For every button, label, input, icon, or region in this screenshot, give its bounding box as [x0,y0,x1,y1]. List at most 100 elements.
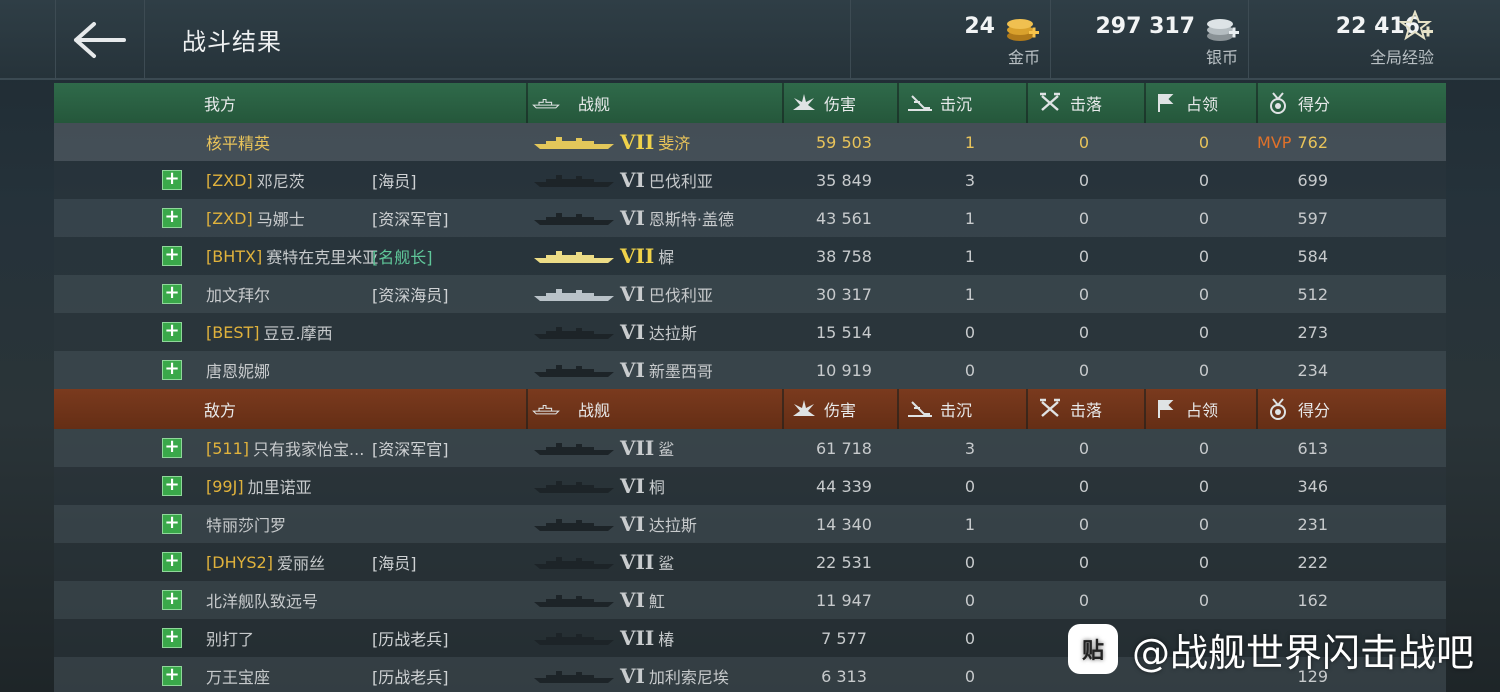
score-cell: 512 [1266,275,1328,313]
enemy-player-row[interactable]: + 特丽莎门罗 VI 达拉斯 14 340 1 0 0 231 [54,505,1446,543]
ally-player-row[interactable]: + 唐恩妮娜 VI 新墨西哥 10 919 0 0 0 234 [54,351,1446,389]
player-name: 邓尼茨 [256,172,305,191]
add-friend-button[interactable]: + [162,438,182,458]
player-name-cell: 特丽莎门罗 [206,505,286,543]
enemy-player-row[interactable]: + 北洋舰队致远号 VI 魟 11 947 0 0 0 162 [54,581,1446,619]
sunk-column-label: 击沉 [940,95,973,114]
ship-name: 巴伐利亚 [648,172,713,191]
ship-tier: VII [620,130,655,154]
back-button[interactable] [55,0,145,80]
score-value: 584 [1297,246,1328,266]
downed-value: 0 [1078,476,1090,496]
damage-value: 14 340 [816,514,872,534]
ship-name: 巴伐利亚 [648,286,713,305]
add-friend-button[interactable]: + [162,590,182,610]
player-name-cell: 万王宝座 [206,657,270,692]
ship-name: 鲨 [658,554,675,573]
damage-value: 11 947 [816,590,872,610]
add-friend-button[interactable]: + [162,476,182,496]
downed-value: 0 [1078,552,1090,572]
top-bar: 战斗结果 24 金币 297 317 银币 22 416 全局经验 [0,0,1500,80]
ship-tier: VI [620,168,645,192]
add-friend-button[interactable]: + [162,208,182,228]
gold-coins-icon[interactable] [1005,14,1041,44]
xp-currency: 22 416 全局经验 [1248,0,1500,80]
ship-name: 鲨 [658,440,675,459]
downed-value: 0 [1078,590,1090,610]
player-name-cell: [ZXD] 马娜士 [206,199,305,237]
add-friend-button[interactable]: + [162,246,182,266]
player-name: 核平精英 [206,134,271,153]
capture-value: 0 [1198,590,1210,610]
player-name: 赛特在克里米亚 [266,248,379,267]
downed-value: 0 [1078,208,1090,228]
enemy-player-row[interactable]: + [DHYS2] 爱丽丝 [海员] VII 鲨 22 531 0 0 0 222 [54,543,1446,581]
xp-label: 全局经验 [1369,48,1434,67]
damage-value: 38 758 [816,246,872,266]
add-friend-button[interactable]: + [162,666,182,686]
player-name: 只有我家怡宝... [253,440,365,459]
sunk-value: 1 [964,284,976,304]
add-friend-button[interactable]: + [162,628,182,648]
capture-value: 0 [1198,132,1210,152]
player-name-cell: 别打了 [206,619,254,657]
ship-cell: VI 恩斯特·盖德 [620,199,734,237]
capture-flag-icon [1152,91,1180,115]
page-title: 战斗结果 [182,28,282,56]
ally-player-row[interactable]: + [BEST] 豆豆.摩西 VI 达拉斯 15 514 0 0 0 273 [54,313,1446,351]
ally-player-row[interactable]: + [BHTX] 赛特在克里米亚 [名舰长] VII 樨 38 758 1 0 0 584 [54,237,1446,275]
add-friend-button[interactable]: + [162,514,182,534]
player-name: 爱丽丝 [276,554,325,573]
sunk-value: 0 [964,552,976,572]
ally-player-row[interactable]: + [ZXD] 马娜士 [资深军官] VI 恩斯特·盖德 43 561 1 0 0 597 [54,199,1446,237]
ship-silhouette-icon [532,478,616,498]
score-cell: 584 [1266,237,1328,275]
add-friend-button[interactable]: + [162,322,182,342]
ship-cell: VI 加利索尼埃 [620,657,729,692]
player-name: 特丽莎门罗 [206,516,287,535]
add-friend-button[interactable]: + [162,552,182,572]
sunk-value: 0 [964,360,976,380]
silver-coins-icon[interactable] [1205,14,1241,44]
ally-player-row[interactable]: + 加文拜尔 [资深海员] VI 巴伐利亚 30 317 1 0 0 512 [54,275,1446,313]
gold-label: 金币 [1007,48,1040,67]
add-friend-button[interactable]: + [162,360,182,380]
capture-value: 0 [1198,476,1210,496]
player-rank: [历战老兵] [372,630,449,649]
score-value: 162 [1297,590,1328,610]
ally-player-row[interactable]: 核平精英 VII 斐济 59 503 1 0 0 MVP 762 [54,123,1446,161]
player-name-cell: 加文拜尔 [206,275,270,313]
sunk-value: 3 [964,170,976,190]
score-medal-icon [1264,91,1292,115]
capture-value: 0 [1198,438,1210,458]
results-table: 我方 战舰 伤害 击沉 击落 占领 得分 核平精英 VII 斐济 59 503 … [54,83,1446,692]
ship-tier: VI [620,474,645,498]
ship-name: 樨 [658,248,675,267]
ship-column-icon [532,91,560,115]
player-name-cell: [DHYS2] 爱丽丝 [206,543,325,581]
ship-cell: VII 斐济 [620,123,690,161]
damage-value: 43 561 [816,208,872,228]
score-value: 231 [1297,514,1328,534]
enemy-player-row[interactable]: + [511] 只有我家怡宝... [资深军官] VII 鲨 61 718 3 0 0 613 [54,429,1446,467]
enemy-player-row[interactable]: + [99J] 加里诺亚 VI 桐 44 339 0 0 0 346 [54,467,1446,505]
watermark: 贴 @战舰世界闪击战吧 [1067,620,1474,678]
sunk-value: 0 [964,322,976,342]
clan-tag: [DHYS2] [206,552,273,572]
ship-cell: VI 魟 [620,581,665,619]
player-rank: [历战老兵] [372,668,449,687]
add-friend-button[interactable]: + [162,170,182,190]
enemy-team-label: 敌方 [204,401,237,420]
player-name-cell: [ZXD] 邓尼茨 [206,161,305,199]
xp-star-icon[interactable] [1399,10,1435,42]
ship-column-label: 战舰 [578,95,611,114]
add-friend-button[interactable]: + [162,284,182,304]
back-arrow-icon [74,22,126,58]
player-name: 万王宝座 [206,668,271,687]
downed-column-label: 击落 [1070,401,1103,420]
player-name-cell: [BEST] 豆豆.摩西 [206,313,333,351]
capture-value: 0 [1198,514,1210,534]
ally-player-row[interactable]: + [ZXD] 邓尼茨 [海员] VI 巴伐利亚 35 849 3 0 0 699 [54,161,1446,199]
watermark-text: @战舰世界闪击战吧 [1131,630,1474,675]
score-cell: 162 [1266,581,1328,619]
